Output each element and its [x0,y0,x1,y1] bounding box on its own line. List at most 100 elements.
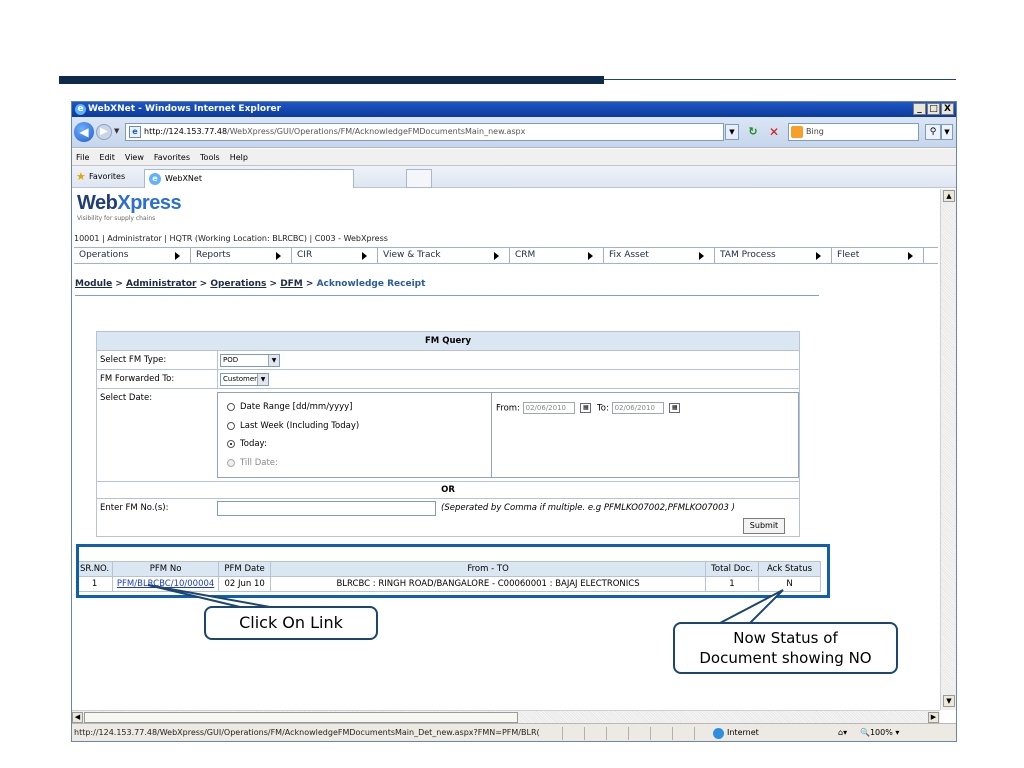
tab-ie-icon: e [149,173,161,185]
logo-tagline: Visibility for supply chains [77,215,156,222]
submit-row: Submit [97,518,799,536]
bing-icon [791,126,803,138]
protected-mode-icon[interactable]: ⌂▾ [838,724,847,741]
user-info: 10001 | Administrator | HQTR (Working Lo… [74,234,388,243]
date-row: Select Date: Date Range [dd/mm/yyyy] Las… [97,389,799,482]
vertical-scrollbar[interactable]: ▲ ▼ [940,189,956,710]
radio-last-week[interactable]: Last Week (Including Today) [227,420,359,432]
nav-cir[interactable]: CIR [292,248,378,263]
click-link-callout: Click On Link [204,606,378,640]
radio-icon [227,459,235,467]
calendar-icon[interactable]: ▦ [580,403,592,413]
status-cell [650,727,672,740]
search-placeholder: Bing [806,127,824,136]
address-input[interactable]: e http://124.153.77.48/WebXpress/GUI/Oper… [125,123,724,141]
menu-favorites[interactable]: Favorites [154,149,190,165]
breadcrumb-administrator[interactable]: Administrator [126,279,196,289]
menu-file[interactable]: File [76,149,89,165]
stop-icon[interactable]: ✕ [765,124,783,140]
zoom-level[interactable]: 🔍100% ▾ [860,724,899,741]
date-label: Select Date: [100,393,153,403]
close-window-button[interactable]: X [941,103,954,115]
favorites-button[interactable]: Favorites [89,171,125,183]
history-dropdown-icon[interactable]: ▼ [114,127,119,135]
search-icon[interactable]: ⚲ [925,124,941,140]
radio-icon [227,403,235,411]
webxpress-logo: WebXpress [77,192,182,214]
breadcrumb-operations[interactable]: Operations [210,279,266,289]
date-options: Date Range [dd/mm/yyyy] Last Week (Inclu… [217,392,799,478]
ie-logo-icon: e [75,104,86,115]
to-label: To: [597,403,609,414]
radio-icon [227,422,235,430]
from-date-input[interactable]: 02/06/2010 [522,402,575,414]
menu-tools[interactable]: Tools [200,149,220,165]
new-tab-button[interactable] [406,169,432,188]
maximize-button[interactable]: □ [927,103,940,115]
date-range-inputs: From: 02/06/2010 ▦ To: 02/06/2010 ▦ [496,402,683,414]
security-zone: Internet [713,724,759,741]
status-callout: Now Status of Document showing NO [673,622,898,674]
url-path: /WebXpress/GUI/Operations/FM/Acknowledge… [227,127,526,136]
url-host: http://124.153.77.48 [144,127,228,136]
scroll-right-icon[interactable]: ▶ [928,712,939,723]
breadcrumb-dfm[interactable]: DFM [280,279,303,289]
nav-crm[interactable]: CRM [510,248,604,263]
to-date-input[interactable]: 02/06/2010 [611,402,664,414]
slide-header-line [604,79,956,80]
search-dropdown-icon[interactable]: ▼ [941,124,953,140]
search-input[interactable]: Bing [788,123,919,141]
nav-tam-process[interactable]: TAM Process [715,248,832,263]
refresh-icon[interactable]: ↻ [744,124,762,140]
tab-webxnet[interactable]: e WebXNet [144,169,354,188]
submenu-arrow-icon [175,252,180,260]
submenu-arrow-icon [699,252,704,260]
menu-bar: File Edit View Favorites Tools Help [72,149,956,166]
nav-view-track[interactable]: View & Track [378,248,510,263]
menu-view[interactable]: View [125,149,144,165]
horizontal-scrollbar[interactable]: ◀ ▶ [72,710,940,723]
fm-query-title: FM Query [97,332,799,351]
radio-checked-icon [227,440,235,448]
back-button[interactable]: ◀ [74,122,94,142]
status-cell [628,727,650,740]
page-icon: e [129,126,141,138]
scroll-up-icon[interactable]: ▲ [943,190,955,202]
scroll-down-icon[interactable]: ▼ [943,695,955,707]
fm-type-label: Select FM Type: [100,355,167,365]
status-cell [584,727,606,740]
radio-today[interactable]: Today: [227,438,267,450]
fm-no-row: Enter FM No.(s): (Seperated by Comma if … [97,499,799,518]
nav-fix-asset[interactable]: Fix Asset [604,248,715,263]
status-callout-line2: Document showing NO [699,649,872,667]
menu-help[interactable]: Help [230,149,248,165]
minimize-button[interactable]: _ [913,103,926,115]
address-dropdown-icon[interactable]: ▼ [725,124,739,140]
forwarded-select[interactable]: Customer ▼ [220,373,269,386]
breadcrumb-divider [75,295,819,296]
nav-reports[interactable]: Reports [191,248,292,263]
status-cell [694,727,710,740]
forward-button[interactable]: ▶ [96,124,112,140]
nav-operations[interactable]: Operations [74,248,191,263]
status-callout-line1: Now Status of [733,629,838,647]
fm-type-select[interactable]: POD ▼ [220,354,280,367]
results-highlight-box [76,544,830,598]
scroll-left-icon[interactable]: ◀ [72,712,83,723]
status-cell [562,727,584,740]
radio-date-range[interactable]: Date Range [dd/mm/yyyy] [227,401,353,413]
menu-edit[interactable]: Edit [99,149,115,165]
tab-title: WebXNet [165,174,202,183]
scroll-thumb[interactable] [84,712,518,723]
submit-button[interactable]: Submit [743,518,785,534]
radio-till-date: Till Date: [227,457,278,469]
favorites-star-icon[interactable]: ★ [76,171,86,183]
status-cell [606,727,628,740]
nav-fleet[interactable]: Fleet [832,248,924,263]
breadcrumb-module[interactable]: Module [75,279,112,289]
favorites-bar: ★ Favorites e WebXNet [72,166,956,188]
globe-icon [713,728,724,739]
address-toolbar: ◀ ▶ ▼ e http://124.153.77.48/WebXpress/GU… [72,117,956,148]
fm-no-input[interactable] [217,501,436,516]
calendar-icon[interactable]: ▦ [669,403,681,413]
